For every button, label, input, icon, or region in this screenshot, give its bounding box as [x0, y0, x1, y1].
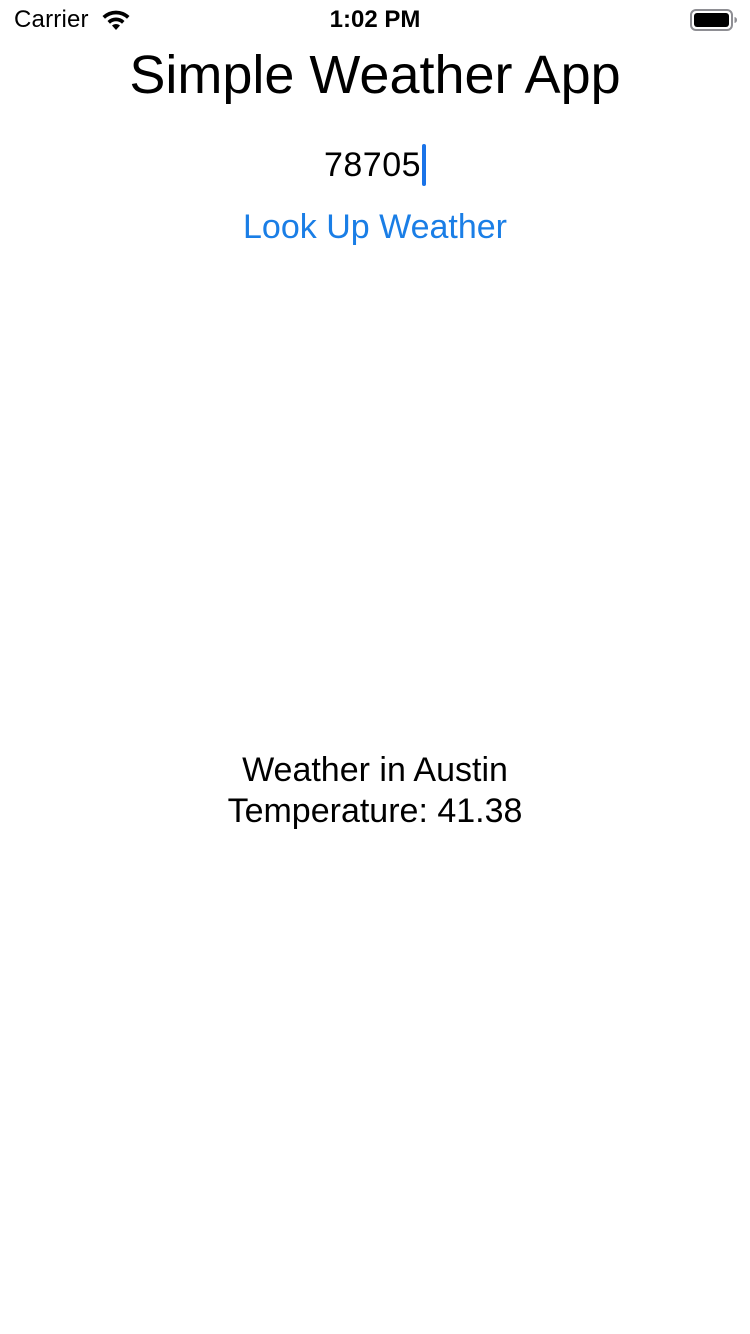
look-up-weather-button[interactable]: Look Up Weather — [0, 206, 750, 248]
battery-icon — [690, 9, 737, 31]
status-bar: Carrier 1:02 PM — [0, 0, 750, 40]
zip-code-input-container: 78705 — [0, 142, 750, 188]
text-caret — [422, 144, 427, 186]
weather-result: Weather in Austin Temperature: 41.38 — [0, 750, 750, 832]
zip-code-value: 78705 — [323, 146, 422, 184]
zip-code-input[interactable]: 78705 — [323, 144, 427, 186]
app-title: Simple Weather App — [129, 45, 621, 105]
temperature-label: Temperature: 41.38 — [227, 792, 523, 830]
status-time: 1:02 PM — [329, 6, 421, 33]
weather-location-label: Weather in Austin — [242, 751, 508, 789]
